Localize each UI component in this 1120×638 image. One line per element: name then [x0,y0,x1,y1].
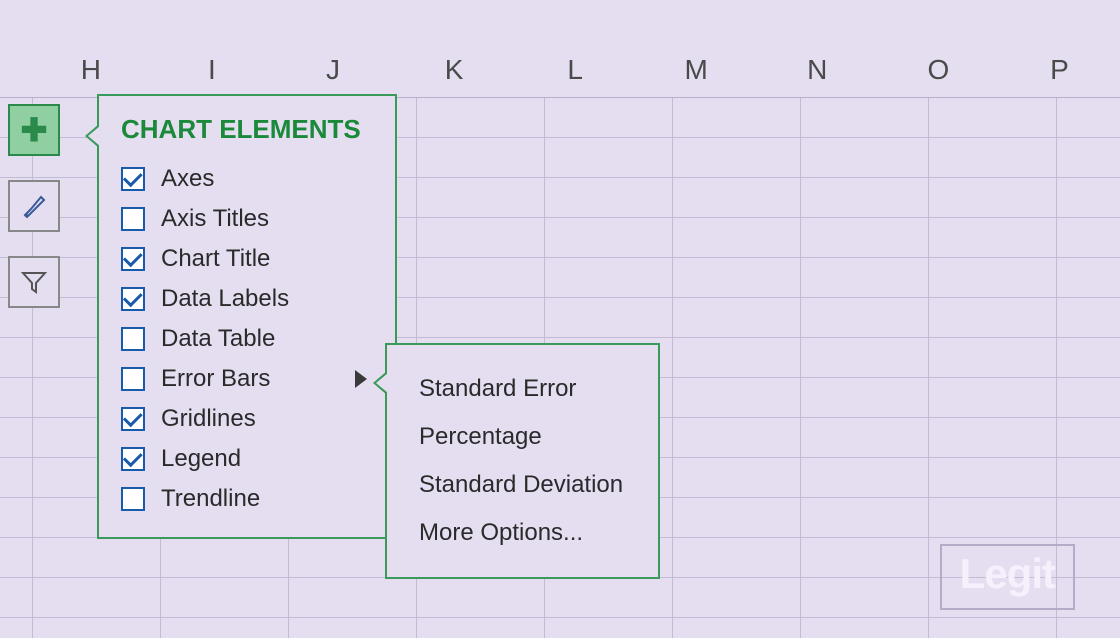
submenu-item-percentage[interactable]: Percentage [397,413,648,461]
plus-icon: ✚ [21,111,48,149]
element-label: Axes [161,165,214,193]
column-header-l[interactable]: L [515,50,636,97]
column-header-p[interactable]: P [999,50,1120,97]
element-label: Axis Titles [161,205,269,233]
checkbox[interactable] [121,407,145,431]
watermark: Legit [940,544,1075,610]
chart-element-data-table[interactable]: Data Table [117,319,383,359]
popover-title: CHART ELEMENTS [117,114,383,145]
chart-element-data-labels[interactable]: Data Labels [117,279,383,319]
chart-element-legend[interactable]: Legend [117,439,383,479]
column-header-m[interactable]: M [636,50,757,97]
submenu-item-more-options[interactable]: More Options... [397,509,648,557]
element-label: Error Bars [161,365,270,393]
checkbox[interactable] [121,207,145,231]
funnel-icon [19,267,49,297]
column-header-o[interactable]: O [878,50,999,97]
error-bars-submenu: Standard Error Percentage Standard Devia… [385,343,660,579]
checkbox[interactable] [121,367,145,391]
chart-styles-button[interactable] [8,180,60,232]
submenu-item-standard-deviation[interactable]: Standard Deviation [397,461,648,509]
checkbox[interactable] [121,487,145,511]
element-label: Legend [161,445,241,473]
chart-elements-button[interactable]: ✚ [8,104,60,156]
column-header-n[interactable]: N [757,50,878,97]
column-header-k[interactable]: K [394,50,515,97]
checkbox[interactable] [121,447,145,471]
checkbox[interactable] [121,327,145,351]
element-label: Chart Title [161,245,270,273]
element-label: Data Table [161,325,275,353]
chart-element-axis-titles[interactable]: Axis Titles [117,199,383,239]
chart-element-axes[interactable]: Axes [117,159,383,199]
chart-filters-button[interactable] [8,256,60,308]
checkbox[interactable] [121,247,145,271]
watermark-text: Legit [960,550,1055,597]
submenu-item-standard-error[interactable]: Standard Error [397,365,648,413]
checkbox[interactable] [121,287,145,311]
checkbox[interactable] [121,167,145,191]
chart-element-trendline[interactable]: Trendline [117,479,383,519]
chart-toolbar: ✚ [8,104,60,308]
element-label: Trendline [161,485,260,513]
chevron-right-icon [355,370,367,388]
column-header-j[interactable]: J [272,50,393,97]
element-label: Gridlines [161,405,256,433]
column-header-row: H I J K L M N O P [0,50,1120,98]
column-header-h[interactable]: H [30,50,151,97]
paintbrush-icon [19,191,49,221]
chart-element-error-bars[interactable]: Error Bars [117,359,383,399]
element-label: Data Labels [161,285,289,313]
chart-element-gridlines[interactable]: Gridlines [117,399,383,439]
chart-element-chart-title[interactable]: Chart Title [117,239,383,279]
column-header-i[interactable]: I [151,50,272,97]
chart-elements-popover: CHART ELEMENTS Axes Axis Titles Chart Ti… [97,94,397,539]
